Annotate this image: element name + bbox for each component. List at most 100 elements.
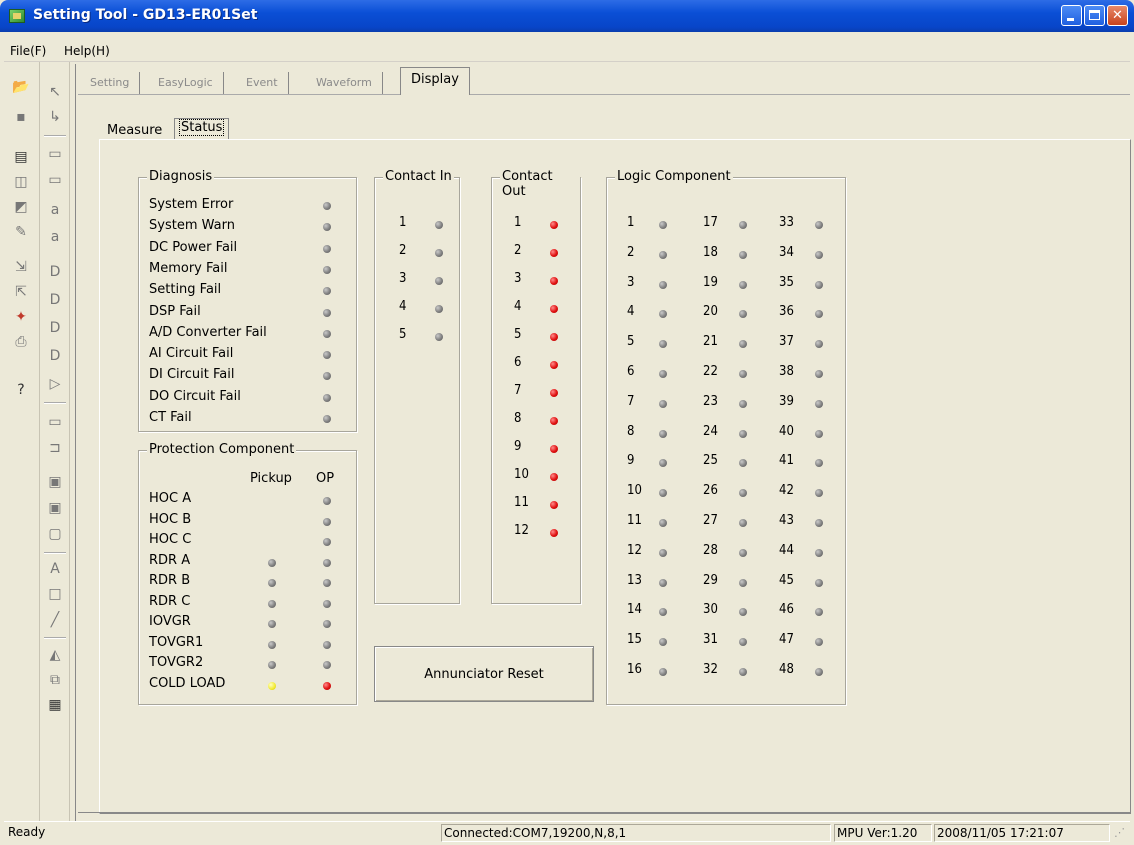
text-icon[interactable]: A bbox=[44, 559, 66, 579]
menu-bar: File(F) Help(H) bbox=[4, 32, 1130, 62]
connection-status: Connected:COM7,19200,N,8,1 bbox=[441, 824, 831, 842]
logic-led bbox=[659, 548, 667, 557]
save-icon[interactable]: ▪ bbox=[10, 107, 32, 127]
diagnosis-led bbox=[323, 202, 331, 210]
diagnosis-label: DI Circuit Fail bbox=[149, 367, 235, 383]
contact-out-led bbox=[550, 221, 558, 229]
pickup-led bbox=[268, 599, 276, 608]
protection-label: HOC A bbox=[149, 491, 192, 506]
align-icon[interactable]: ◭ bbox=[44, 645, 66, 665]
contact-out-led bbox=[550, 333, 558, 341]
diagnosis-label: DC Power Fail bbox=[149, 239, 238, 255]
document-icon[interactable]: ▤ bbox=[10, 147, 32, 167]
diagnosis-led bbox=[323, 308, 331, 317]
export-icon[interactable]: ⇲ bbox=[10, 257, 32, 277]
timer-icon[interactable]: ⊐ bbox=[44, 438, 66, 458]
minimize-button[interactable] bbox=[1061, 5, 1082, 26]
input-icon[interactable]: ▭ bbox=[44, 144, 66, 164]
op-led bbox=[323, 497, 331, 505]
tool-icon[interactable]: ◩ bbox=[10, 197, 32, 217]
logic-led bbox=[815, 459, 823, 468]
block-icon[interactable]: ▢ bbox=[44, 524, 66, 544]
chart-icon[interactable]: ◫ bbox=[10, 172, 32, 192]
and-gate-icon[interactable]: D bbox=[44, 262, 66, 282]
tab-waveform[interactable]: Waveform bbox=[306, 72, 383, 94]
logic-number: 47 bbox=[779, 632, 794, 648]
diagnosis-led bbox=[323, 393, 331, 402]
status-bar: Ready Connected:COM7,19200,N,8,1 MPU Ver… bbox=[4, 821, 1130, 843]
op-led bbox=[323, 579, 331, 587]
logic-number: 31 bbox=[703, 632, 718, 648]
subtab-measure[interactable]: Measure bbox=[107, 123, 162, 138]
run-icon[interactable]: ✦ bbox=[10, 307, 32, 327]
tab-setting[interactable]: Setting bbox=[80, 72, 141, 94]
diagnosis-led bbox=[323, 351, 331, 360]
label-a-icon[interactable]: a bbox=[44, 200, 66, 220]
nand-gate-icon[interactable]: D bbox=[44, 318, 66, 338]
pickup-led bbox=[268, 620, 276, 628]
print-icon[interactable]: ⎙ bbox=[10, 332, 32, 352]
op-led bbox=[323, 538, 331, 546]
copy-icon[interactable]: ⧉ bbox=[44, 670, 66, 690]
output-icon[interactable]: ▭ bbox=[44, 170, 66, 190]
nor-gate-icon[interactable]: D bbox=[44, 346, 66, 366]
resize-grip-icon[interactable]: ⋰ bbox=[1114, 826, 1126, 840]
logic-number: 18 bbox=[703, 244, 718, 260]
contact-out-led bbox=[550, 501, 558, 509]
logic-number: 41 bbox=[779, 453, 794, 469]
logic-number: 46 bbox=[779, 602, 794, 618]
logic-led bbox=[815, 578, 823, 587]
logic-number: 23 bbox=[703, 393, 718, 409]
protection-label: HOC C bbox=[149, 532, 192, 547]
logic-number: 10 bbox=[627, 483, 642, 499]
latch-icon[interactable]: ▣ bbox=[44, 472, 66, 492]
logic-number: 2 bbox=[627, 244, 635, 260]
diagnosis-label: System Error bbox=[149, 197, 234, 212]
contact-out-number: 3 bbox=[514, 271, 522, 286]
or-gate-icon[interactable]: D bbox=[44, 290, 66, 310]
menu-help[interactable]: Help(H) bbox=[64, 44, 110, 58]
rectangle-icon[interactable]: □ bbox=[44, 584, 66, 604]
mpu-version: MPU Ver:1.20 bbox=[834, 824, 932, 842]
logic-led bbox=[739, 459, 747, 468]
edit-icon[interactable]: ✎ bbox=[10, 222, 32, 242]
diagnosis-led bbox=[323, 372, 331, 381]
tab-easylogic[interactable]: EasyLogic bbox=[148, 72, 224, 94]
logic-number: 44 bbox=[779, 542, 794, 558]
tab-display[interactable]: Display bbox=[400, 67, 470, 95]
monitor-icon[interactable]: ▦ bbox=[44, 695, 66, 715]
contact-out-number: 9 bbox=[514, 439, 522, 454]
counter-icon[interactable]: ▣ bbox=[44, 498, 66, 518]
logic-number: 29 bbox=[703, 572, 718, 588]
logic-led bbox=[815, 280, 823, 289]
close-button[interactable]: ✕ bbox=[1107, 5, 1128, 26]
diagnosis-led bbox=[323, 265, 331, 274]
annunciator-reset-button[interactable]: Annunciator Reset bbox=[374, 646, 594, 702]
import-icon[interactable]: ⇱ bbox=[10, 282, 32, 302]
logic-number: 45 bbox=[779, 572, 794, 588]
op-led bbox=[323, 558, 331, 567]
contact-out-led bbox=[550, 305, 558, 313]
open-folder-icon[interactable]: 📂 bbox=[10, 77, 32, 97]
tab-event[interactable]: Event bbox=[236, 72, 289, 94]
menu-file[interactable]: File(F) bbox=[10, 44, 46, 58]
not-gate-icon[interactable]: ▷ bbox=[44, 374, 66, 394]
pickup-led bbox=[268, 681, 276, 690]
maximize-button[interactable] bbox=[1084, 5, 1105, 26]
contact-in-number: 2 bbox=[399, 243, 407, 258]
pickup-led bbox=[268, 558, 276, 567]
diagnosis-label: System Warn bbox=[149, 218, 235, 234]
subtab-status[interactable]: Status bbox=[174, 118, 230, 140]
line-icon[interactable]: ╱ bbox=[44, 610, 66, 630]
contact-out-led bbox=[550, 277, 558, 285]
logic-led bbox=[815, 370, 823, 378]
label-b-icon[interactable]: a bbox=[44, 227, 66, 247]
wire-icon[interactable]: ↳ bbox=[44, 107, 66, 127]
pointer-icon[interactable]: ↖ bbox=[44, 82, 66, 102]
help-icon[interactable]: ? bbox=[10, 380, 32, 400]
logic-number: 43 bbox=[779, 513, 794, 528]
contact-in-number: 4 bbox=[399, 299, 407, 314]
toolbar-separator bbox=[44, 637, 66, 639]
contact-out-led bbox=[550, 361, 558, 369]
buffer-icon[interactable]: ▭ bbox=[44, 412, 66, 432]
